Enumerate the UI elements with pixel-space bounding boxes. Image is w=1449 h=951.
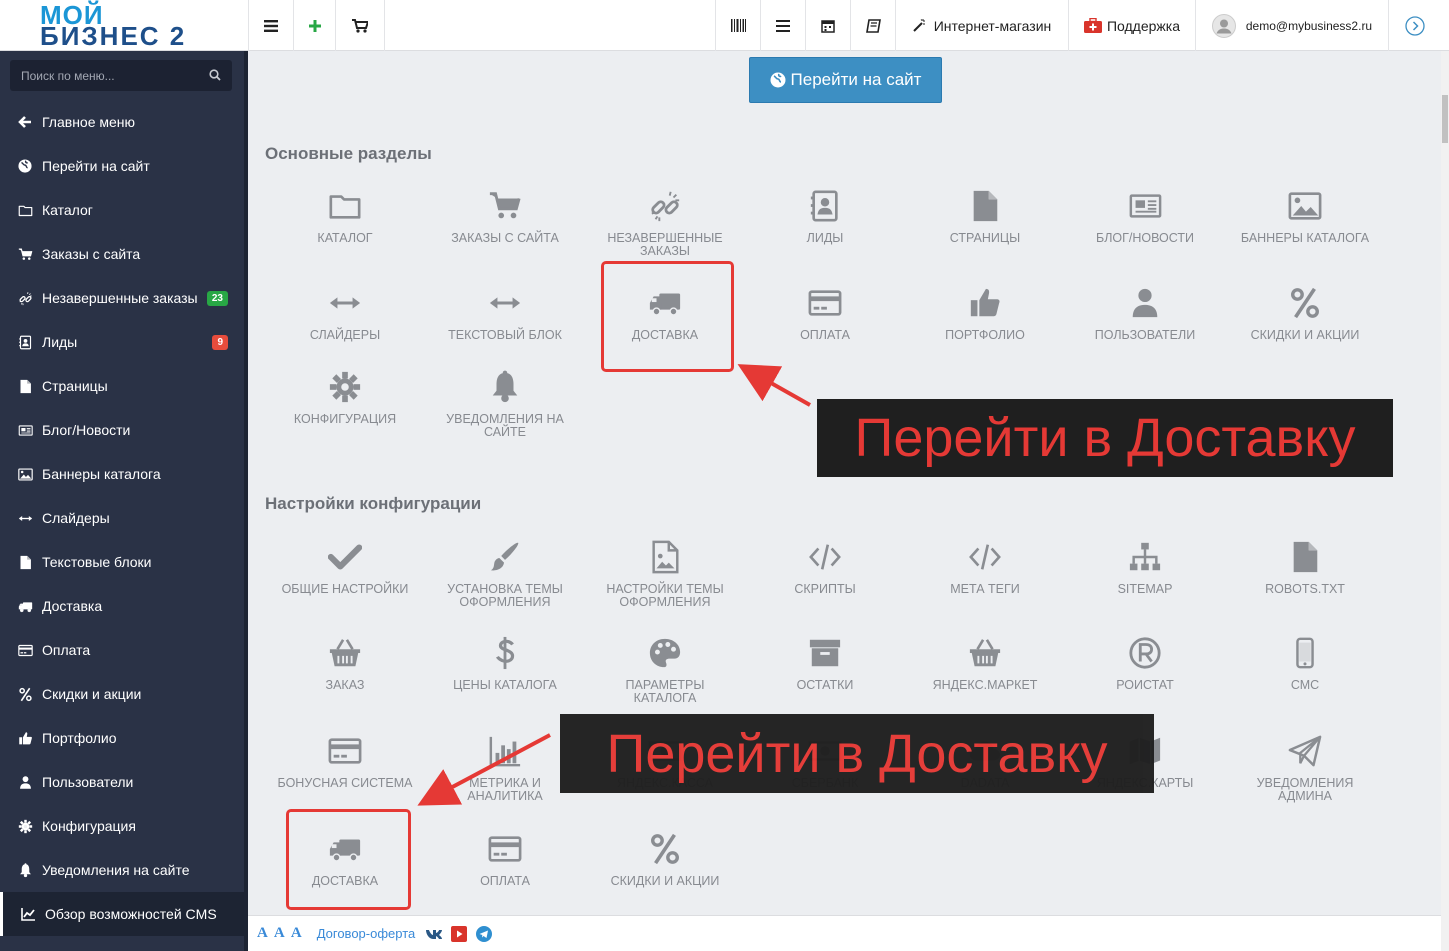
annotation-banner-2: Перейти в Доставку (560, 714, 1154, 793)
youtube-icon[interactable] (451, 925, 468, 942)
offer-link[interactable]: Договор-оферта (317, 926, 416, 941)
main-scrollbar[interactable] (1441, 51, 1449, 951)
vk-icon[interactable] (425, 928, 443, 940)
scrollbar-thumb[interactable] (1442, 95, 1448, 143)
arrow-to-delivery-main (737, 364, 811, 407)
font-size-switch[interactable]: A A A (257, 925, 304, 942)
telegram-icon[interactable] (476, 925, 493, 942)
annotation-banner-1: Перейти в Доставку (817, 399, 1393, 477)
footer: A A A Договор-оферта (248, 915, 1441, 951)
arrow-to-delivery-config (417, 733, 551, 806)
